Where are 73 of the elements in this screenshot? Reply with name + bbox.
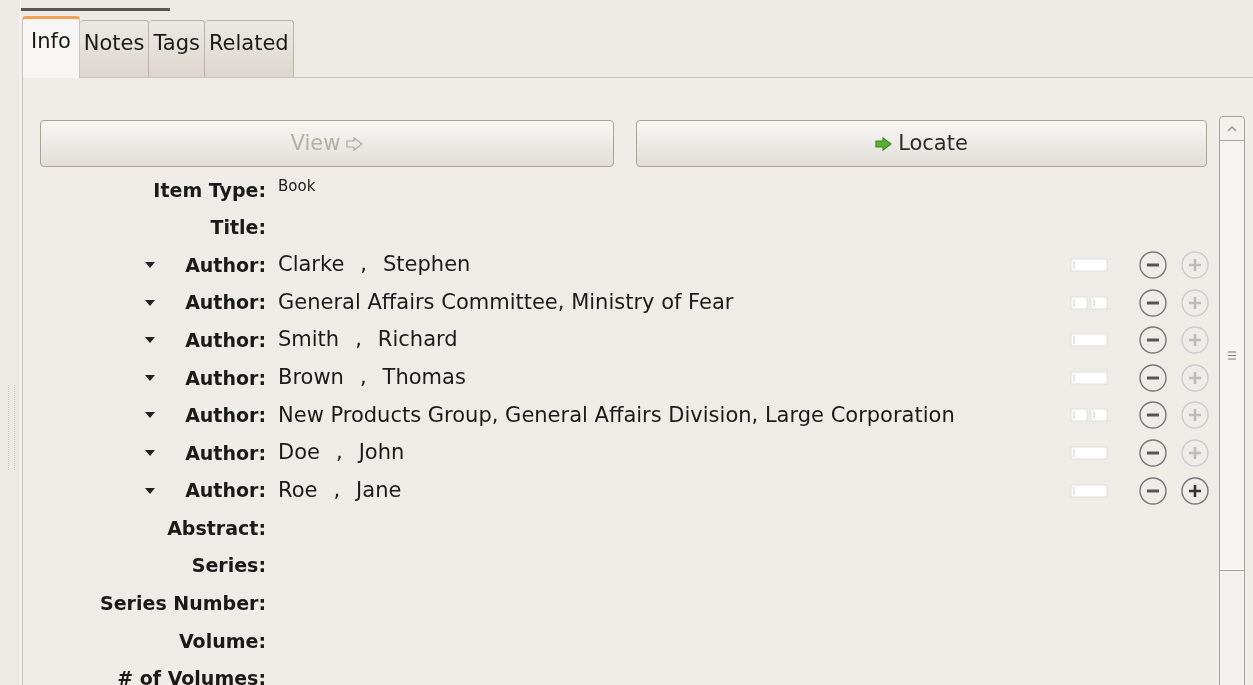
creator-name: New Products Group, General Affairs Division, Large Corporation: [278, 401, 955, 429]
scrollbar[interactable]: [1219, 116, 1245, 685]
chevron-up-icon: [1227, 125, 1237, 132]
tab[interactable]: Tags: [149, 20, 205, 78]
field-label: Author:: [185, 327, 266, 353]
caret-down-icon: [145, 299, 156, 306]
arrow-right-icon: [875, 136, 893, 151]
two-field-icon[interactable]: [1070, 295, 1108, 310]
single-field-icon[interactable]: [1070, 445, 1108, 460]
single-field-icon[interactable]: [1070, 370, 1108, 385]
tab[interactable]: Info: [22, 16, 80, 78]
field-label: Author:: [185, 440, 266, 466]
remove-icon[interactable]: [1138, 475, 1168, 506]
name-separator: ,: [335, 439, 343, 467]
caret-down-icon: [145, 412, 156, 419]
creator-type-dropdown[interactable]: [145, 262, 156, 268]
tab[interactable]: Related: [204, 20, 294, 78]
remove-icon[interactable]: [1138, 362, 1168, 393]
caret-down-icon: [145, 449, 156, 456]
creator-type-dropdown[interactable]: [145, 412, 156, 419]
field-label: Abstract:: [167, 515, 266, 541]
remove-icon[interactable]: [1138, 437, 1168, 468]
single-field-icon[interactable]: [1070, 333, 1108, 348]
field-label: Author:: [185, 365, 266, 391]
caret-down-icon: [145, 487, 156, 494]
field-label: Item Type:: [153, 177, 266, 203]
field-label: Author:: [185, 478, 266, 504]
single-field-icon[interactable]: [1070, 483, 1108, 498]
first-name: Richard: [377, 326, 458, 354]
splitter-handle[interactable]: [8, 385, 15, 470]
creator-type-dropdown[interactable]: [145, 487, 156, 494]
caret-down-icon: [145, 337, 156, 344]
creator-type-dropdown[interactable]: [145, 449, 156, 456]
caret-down-icon: [145, 374, 156, 381]
arrow-right-icon: [346, 136, 364, 151]
scroll-thumb[interactable]: [1220, 141, 1244, 571]
name-separator: ,: [355, 326, 362, 354]
first-name: Stephen: [383, 251, 471, 279]
remove-icon[interactable]: [1138, 250, 1168, 280]
single-field-icon[interactable]: [1070, 258, 1108, 272]
remove-icon[interactable]: [1138, 400, 1168, 431]
grip-icon: [1228, 351, 1236, 360]
last-name: Smith: [278, 326, 340, 354]
remove-icon[interactable]: [1138, 287, 1168, 318]
field-label: Author:: [185, 290, 266, 316]
creator-type-dropdown[interactable]: [145, 374, 156, 381]
last-name: Brown: [278, 364, 344, 391]
last-name: Roe: [278, 476, 318, 504]
name-separator: ,: [360, 251, 368, 279]
field-label: Title:: [210, 215, 266, 241]
creator-name: General Affairs Committee, Ministry of Fear: [278, 288, 734, 316]
tab[interactable]: Notes: [79, 20, 150, 78]
field-label: Series:: [191, 553, 266, 579]
caret-down-icon: [145, 262, 156, 268]
field-label: Volume:: [178, 628, 266, 654]
field-label: Series Number:: [100, 591, 266, 617]
remove-icon[interactable]: [1138, 325, 1168, 356]
creator-type-dropdown[interactable]: [145, 299, 156, 306]
field-label: # of Volumes:: [117, 666, 266, 685]
first-name: Jane: [356, 476, 402, 504]
first-name: John: [358, 439, 405, 467]
last-name: Clarke: [278, 251, 345, 279]
field-label: Author:: [185, 403, 266, 429]
field-value: Book: [278, 175, 316, 197]
field-label: Author:: [185, 252, 266, 278]
name-separator: ,: [359, 364, 367, 391]
creator-type-dropdown[interactable]: [145, 337, 156, 344]
last-name: Doe: [278, 439, 320, 467]
add-icon[interactable]: [1180, 475, 1210, 506]
two-field-icon[interactable]: [1070, 408, 1108, 423]
button[interactable]: Locate: [636, 120, 1207, 167]
name-separator: ,: [333, 476, 341, 504]
first-name: Thomas: [382, 364, 466, 391]
